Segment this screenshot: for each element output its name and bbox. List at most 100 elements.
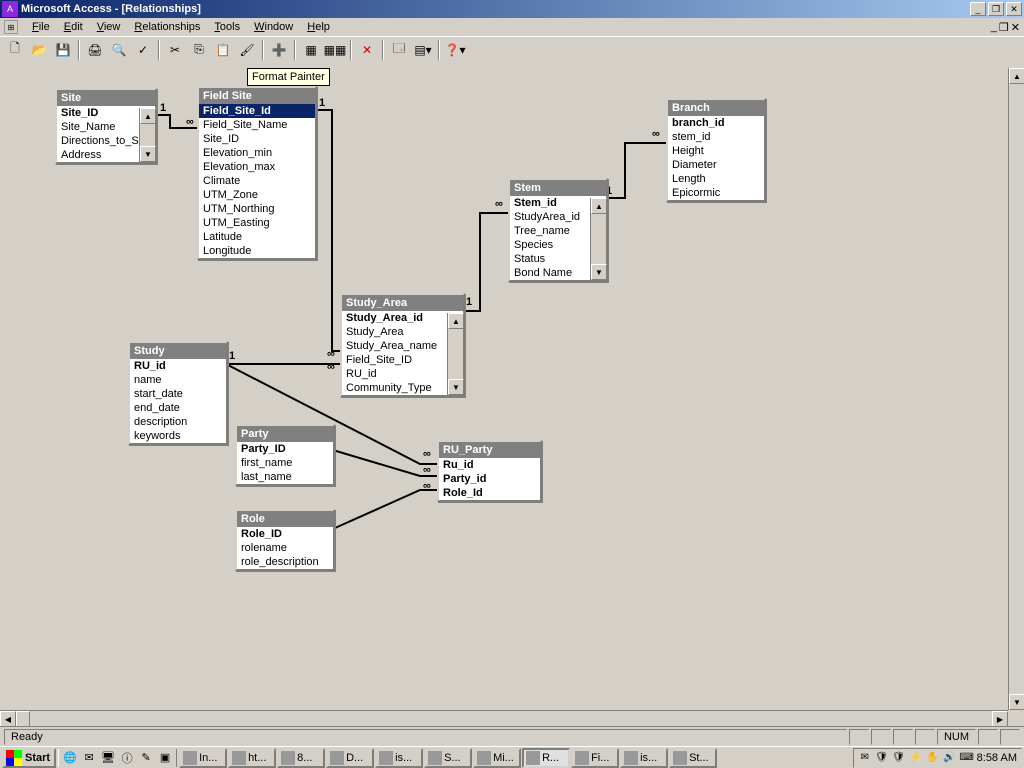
scroll-right-icon[interactable]: ▶ [992, 711, 1008, 726]
table-site-title[interactable]: Site [57, 90, 155, 106]
taskbar-task[interactable]: Fi... [571, 748, 619, 768]
minimize-button[interactable]: _ [970, 2, 986, 16]
taskbar-task[interactable]: 8... [277, 748, 325, 768]
scroll-down-icon[interactable]: ▼ [1009, 694, 1024, 710]
field-directions[interactable]: Directions_to_Si [57, 134, 139, 148]
scroll-down-icon[interactable]: ▼ [448, 379, 464, 395]
field[interactable]: stem_id [668, 130, 764, 144]
field[interactable]: end_date [130, 401, 226, 415]
field[interactable]: Elevation_min [199, 146, 315, 160]
field[interactable]: UTM_Easting [199, 216, 315, 230]
tray-icon[interactable]: ✋ [926, 751, 940, 765]
help-button[interactable]: ❓▾ [444, 39, 466, 61]
field[interactable]: rolename [237, 541, 333, 555]
taskbar-task[interactable]: is... [620, 748, 668, 768]
table-study-title[interactable]: Study [130, 343, 226, 359]
field[interactable]: Site_ID [199, 132, 315, 146]
show-direct-button[interactable]: ▦ [300, 39, 322, 61]
table-party-title[interactable]: Party [237, 426, 333, 442]
table-study-area-scrollbar[interactable]: ▲ ▼ [447, 313, 463, 395]
taskbar-task[interactable]: D... [326, 748, 374, 768]
field[interactable]: Epicormic [668, 186, 764, 200]
field[interactable]: Bond Name [510, 266, 590, 280]
scroll-down-icon[interactable]: ▼ [591, 264, 607, 280]
field[interactable]: role_description [237, 555, 333, 569]
field[interactable]: last_name [237, 470, 333, 484]
menu-help[interactable]: Help [301, 20, 336, 34]
field[interactable]: first_name [237, 456, 333, 470]
tray-icon[interactable]: ⌨ [960, 751, 974, 765]
field[interactable]: Role_ID [237, 527, 333, 541]
field[interactable]: Community_Type [342, 381, 447, 395]
workspace-hscrollbar[interactable]: ◀ ▶ [0, 710, 1008, 726]
open-button[interactable]: 📂 [28, 39, 50, 61]
quick-launch-icon[interactable]: 🖥 [99, 749, 117, 767]
field[interactable]: Climate [199, 174, 315, 188]
field[interactable]: Ru_id [439, 458, 540, 472]
field[interactable]: Height [668, 144, 764, 158]
field[interactable]: UTM_Northing [199, 202, 315, 216]
scroll-up-icon[interactable]: ▲ [448, 313, 464, 329]
spelling-button[interactable]: ✓ [132, 39, 154, 61]
field-site-id[interactable]: Site_ID [57, 106, 139, 120]
show-table-button[interactable]: ➕ [268, 39, 290, 61]
format-painter-button[interactable]: 🖌 [236, 39, 258, 61]
tray-icon[interactable]: ⚡ [909, 751, 923, 765]
table-stem[interactable]: Stem Stem_id StudyArea_id Tree_name Spec… [508, 178, 608, 282]
table-study[interactable]: Study RU_id name start_date end_date des… [128, 341, 228, 445]
field[interactable]: Diameter [668, 158, 764, 172]
field[interactable]: name [130, 373, 226, 387]
clear-layout-button[interactable]: ✕ [356, 39, 378, 61]
taskbar-task[interactable]: R... [522, 748, 570, 768]
quick-launch-icon[interactable]: ✉ [80, 749, 98, 767]
print-button[interactable]: 🖨 [84, 39, 106, 61]
menu-tools[interactable]: Tools [208, 20, 246, 34]
paste-button[interactable]: 📋 [212, 39, 234, 61]
table-role[interactable]: Role Role_ID rolename role_description [235, 509, 335, 571]
table-site[interactable]: Site Site_ID Site_Name Directions_to_Si … [55, 88, 157, 164]
field[interactable]: Tree_name [510, 224, 590, 238]
restore-button[interactable]: ❐ [988, 2, 1004, 16]
cut-button[interactable]: ✂ [164, 39, 186, 61]
field[interactable]: Status [510, 252, 590, 266]
field[interactable]: Latitude [199, 230, 315, 244]
field[interactable]: Field_Site_ID [342, 353, 447, 367]
field[interactable]: Species [510, 238, 590, 252]
table-ru-party-title[interactable]: RU_Party [439, 442, 540, 458]
field[interactable]: Study_Area_id [342, 311, 447, 325]
copy-button[interactable]: ⎘ [188, 39, 210, 61]
field[interactable]: Field_Site_Name [199, 118, 315, 132]
table-stem-title[interactable]: Stem [510, 180, 606, 196]
show-all-button[interactable]: ▦▦ [324, 39, 346, 61]
database-window-button[interactable]: 🗔 [388, 39, 410, 61]
field[interactable]: Longitude [199, 244, 315, 258]
mdi-close-button[interactable]: ✕ [1011, 21, 1020, 34]
menu-file[interactable]: File [26, 20, 56, 34]
table-field-site[interactable]: Field Site Field_Site_Id Field_Site_Name… [197, 86, 317, 260]
scroll-left-icon[interactable]: ◀ [0, 711, 16, 726]
close-button[interactable]: ✕ [1006, 2, 1022, 16]
menu-edit[interactable]: Edit [58, 20, 89, 34]
scroll-thumb[interactable] [16, 711, 30, 726]
table-stem-scrollbar[interactable]: ▲ ▼ [590, 198, 606, 280]
field-address[interactable]: Address [57, 148, 139, 162]
taskbar-task[interactable]: ht... [228, 748, 276, 768]
scroll-up-icon[interactable]: ▲ [591, 198, 607, 214]
menu-view[interactable]: View [91, 20, 127, 34]
field[interactable]: RU_id [130, 359, 226, 373]
scroll-up-icon[interactable]: ▲ [1009, 68, 1024, 84]
field[interactable]: Elevation_max [199, 160, 315, 174]
table-site-scrollbar[interactable]: ▲ ▼ [139, 108, 155, 162]
menu-relationships[interactable]: Relationships [128, 20, 206, 34]
workspace-vscrollbar[interactable]: ▲ ▼ [1008, 68, 1024, 710]
field[interactable]: Party_id [439, 472, 540, 486]
field[interactable]: UTM_Zone [199, 188, 315, 202]
taskbar-task[interactable]: In... [179, 748, 227, 768]
save-button[interactable]: 💾 [52, 39, 74, 61]
relationships-canvas[interactable]: 1 ∞ 1 ∞ 1 ∞ 1 ∞ 1 ∞ ∞ ∞ ∞ 1 1 Site Site_… [0, 68, 1024, 726]
tray-icon[interactable]: 🔊 [943, 751, 957, 765]
table-branch[interactable]: Branch branch_id stem_id Height Diameter… [666, 98, 766, 202]
tray-icon[interactable]: 🛡 [892, 751, 906, 765]
new-button[interactable]: 🗋 [4, 39, 26, 61]
scroll-down-icon[interactable]: ▼ [140, 146, 156, 162]
